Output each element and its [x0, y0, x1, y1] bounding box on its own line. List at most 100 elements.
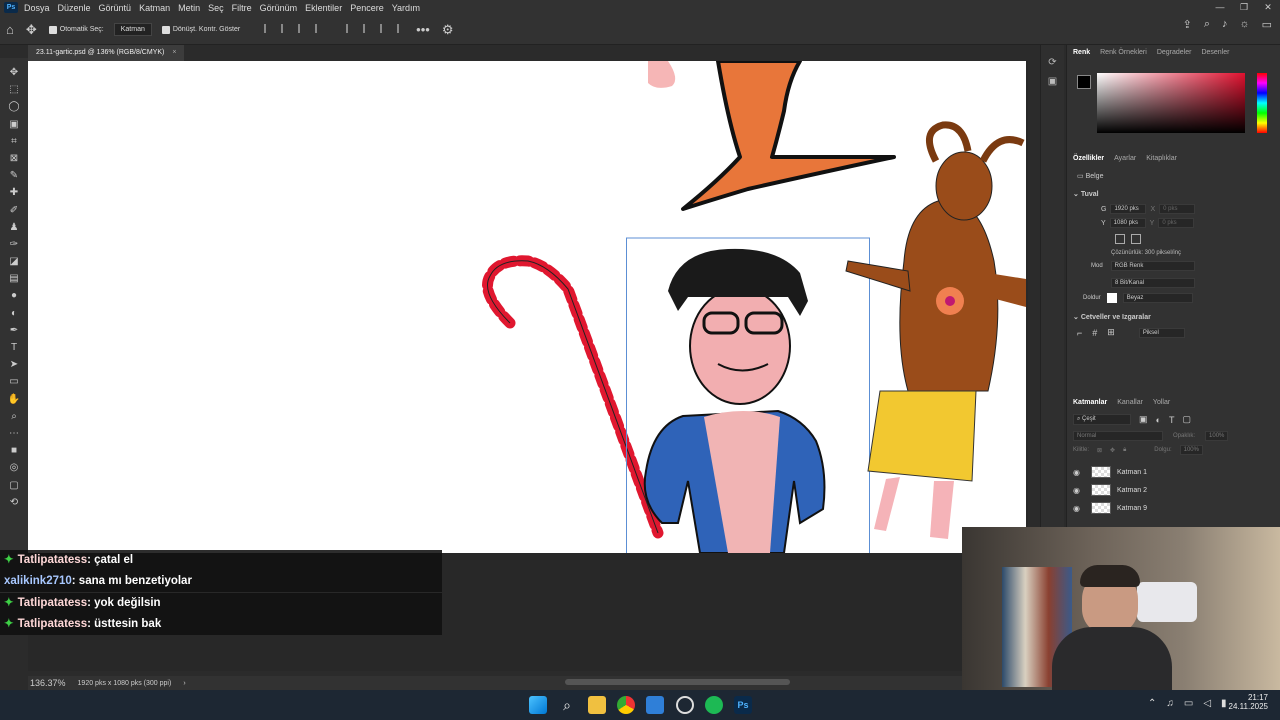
photoshop-taskbar-icon[interactable]: Ps: [734, 696, 752, 714]
filter-image-icon[interactable]: ▣: [1139, 414, 1148, 425]
photos-icon[interactable]: [646, 696, 664, 714]
chrome-icon[interactable]: [617, 696, 635, 714]
frame-tool-icon[interactable]: ⊠: [10, 150, 18, 167]
battery-icon[interactable]: ▮: [1221, 698, 1227, 709]
tab-swatches[interactable]: Renk Örnekleri: [1100, 49, 1147, 56]
hue-slider[interactable]: [1257, 73, 1267, 133]
screen-mode-icon[interactable]: ▢: [9, 477, 18, 494]
tab-color[interactable]: Renk: [1073, 49, 1090, 56]
align-buttons[interactable]: [260, 24, 328, 35]
layer-row[interactable]: ◉ Katman 1: [1067, 463, 1280, 481]
eye-icon[interactable]: ◉: [1073, 504, 1085, 513]
path-select-icon[interactable]: ➤: [10, 356, 18, 373]
document-canvas[interactable]: [28, 61, 1026, 553]
brush-tool-icon[interactable]: ✐: [10, 202, 18, 219]
x-field[interactable]: 0 pks: [1159, 204, 1196, 214]
tab-channels[interactable]: Kanallar: [1117, 399, 1143, 406]
layer-row[interactable]: ◉ Katman 2: [1067, 481, 1280, 499]
portrait-icon[interactable]: [1115, 234, 1125, 244]
tab-paths[interactable]: Yollar: [1153, 399, 1170, 406]
lock-pixels-icon[interactable]: ⊠: [1097, 447, 1102, 454]
lasso-tool-icon[interactable]: ◯: [8, 98, 19, 115]
blur-tool-icon[interactable]: ●: [11, 287, 17, 304]
menu-select[interactable]: Seç: [208, 3, 224, 13]
layer-fill-field[interactable]: 100%: [1179, 445, 1203, 455]
height-field[interactable]: 1080 pks: [1109, 218, 1146, 228]
search-icon[interactable]: ⌕: [558, 696, 576, 714]
dodge-tool-icon[interactable]: ◐: [11, 305, 17, 322]
menu-file[interactable]: Dosya: [24, 3, 50, 13]
eraser-icon[interactable]: ◪: [9, 253, 18, 270]
marquee-tool-icon[interactable]: ⬚: [9, 81, 18, 98]
photoshop-logo[interactable]: Ps: [4, 2, 18, 13]
canvas-section[interactable]: ⌄ Tuval: [1067, 186, 1280, 202]
eye-icon[interactable]: ◉: [1073, 468, 1085, 477]
type-tool-icon[interactable]: T: [11, 339, 17, 356]
fill-swatch[interactable]: [1106, 293, 1117, 303]
move-tool-icon[interactable]: ✥: [10, 64, 18, 81]
ruler-icon[interactable]: ⌐: [1077, 328, 1082, 338]
menu-window[interactable]: Pencere: [350, 3, 384, 13]
microphone-icon[interactable]: ♫: [1166, 698, 1174, 709]
menu-type[interactable]: Metin: [178, 3, 200, 13]
tab-layers[interactable]: Katmanlar: [1073, 399, 1107, 406]
bits-dropdown[interactable]: 8 Bit/Kanal: [1111, 278, 1195, 288]
bell-icon[interactable]: ♪: [1222, 18, 1228, 31]
more-options-icon[interactable]: •••: [416, 22, 430, 37]
units-dropdown[interactable]: Piksel: [1138, 327, 1185, 338]
width-field[interactable]: 1920 pks: [1110, 204, 1147, 214]
comments-icon[interactable]: ▣: [1041, 76, 1064, 87]
tab-gradients[interactable]: Degradeler: [1157, 49, 1192, 56]
close-icon[interactable]: ✕: [1256, 0, 1280, 15]
document-tab[interactable]: 23.11-gartic.psd @ 136% (RGB/8/CMYK) ×: [28, 45, 185, 61]
auto-select-checkbox[interactable]: Otomatik Seç:: [48, 25, 104, 34]
foreground-color[interactable]: [1077, 75, 1091, 89]
share-tool-icon[interactable]: ⟲: [10, 494, 18, 511]
pixel-grid-icon[interactable]: ⊞: [1107, 327, 1115, 338]
auto-select-dropdown[interactable]: Katman: [113, 23, 152, 36]
menu-view[interactable]: Görünüm: [260, 3, 298, 13]
menu-edit[interactable]: Düzenle: [58, 3, 91, 13]
horizontal-scrollbar[interactable]: [565, 679, 790, 685]
object-select-icon[interactable]: ▣: [9, 116, 18, 133]
filter-type-icon[interactable]: T: [1169, 415, 1175, 425]
healing-brush-icon[interactable]: ✚: [10, 184, 18, 201]
crop-tool-icon[interactable]: ⌗: [11, 133, 17, 150]
rulers-section[interactable]: ⌄ Cetveller ve Izgaralar: [1067, 305, 1280, 325]
network-icon[interactable]: ▭: [1184, 698, 1193, 709]
menu-image[interactable]: Görüntü: [99, 3, 132, 13]
lock-position-icon[interactable]: ✥: [1110, 447, 1115, 454]
minimize-icon[interactable]: —: [1208, 0, 1232, 15]
eye-icon[interactable]: ◉: [1073, 486, 1085, 495]
clock[interactable]: 21:17 24.11.2025: [1228, 693, 1268, 711]
menu-plugins[interactable]: Eklentiler: [305, 3, 342, 13]
filter-adjust-icon[interactable]: ◐: [1156, 415, 1161, 425]
layer-row[interactable]: ◉ Katman 9: [1067, 499, 1280, 517]
tab-close-icon[interactable]: ×: [172, 49, 176, 56]
gear-icon[interactable]: ⚙: [442, 22, 454, 38]
file-explorer-icon[interactable]: [588, 696, 606, 714]
share-icon[interactable]: ⇪: [1183, 18, 1192, 31]
fill-dropdown[interactable]: Beyaz: [1122, 293, 1193, 303]
lock-all-icon[interactable]: 🔒︎: [1123, 447, 1126, 454]
zoom-level[interactable]: 136.37%: [30, 678, 66, 688]
color-picker-field[interactable]: [1097, 73, 1245, 133]
blend-mode-dropdown[interactable]: Normal: [1073, 431, 1163, 441]
mode-dropdown[interactable]: RGB Renk: [1110, 261, 1195, 271]
more-tools-icon[interactable]: ⋯: [9, 425, 19, 442]
volume-icon[interactable]: ◁: [1203, 698, 1211, 709]
tray-chevron-icon[interactable]: ⌃: [1148, 698, 1156, 709]
gradient-tool-icon[interactable]: ▤: [9, 270, 18, 287]
menu-filter[interactable]: Filtre: [232, 3, 252, 13]
stamp-tool-icon[interactable]: ♟: [10, 219, 19, 236]
home-icon[interactable]: ⌂: [6, 22, 14, 37]
filter-shape-icon[interactable]: ▢: [1182, 414, 1191, 425]
opacity-field[interactable]: 100%: [1205, 431, 1229, 441]
maximize-icon[interactable]: ❐: [1232, 0, 1256, 15]
layer-filter-dropdown[interactable]: ⌕ Çeşit: [1073, 414, 1131, 425]
bulb-icon[interactable]: ☼: [1240, 18, 1250, 31]
menu-help[interactable]: Yardım: [392, 3, 420, 13]
spotify-icon[interactable]: [705, 696, 723, 714]
workspace-icon[interactable]: ▭: [1262, 18, 1272, 31]
tab-patterns[interactable]: Desenler: [1201, 49, 1229, 56]
